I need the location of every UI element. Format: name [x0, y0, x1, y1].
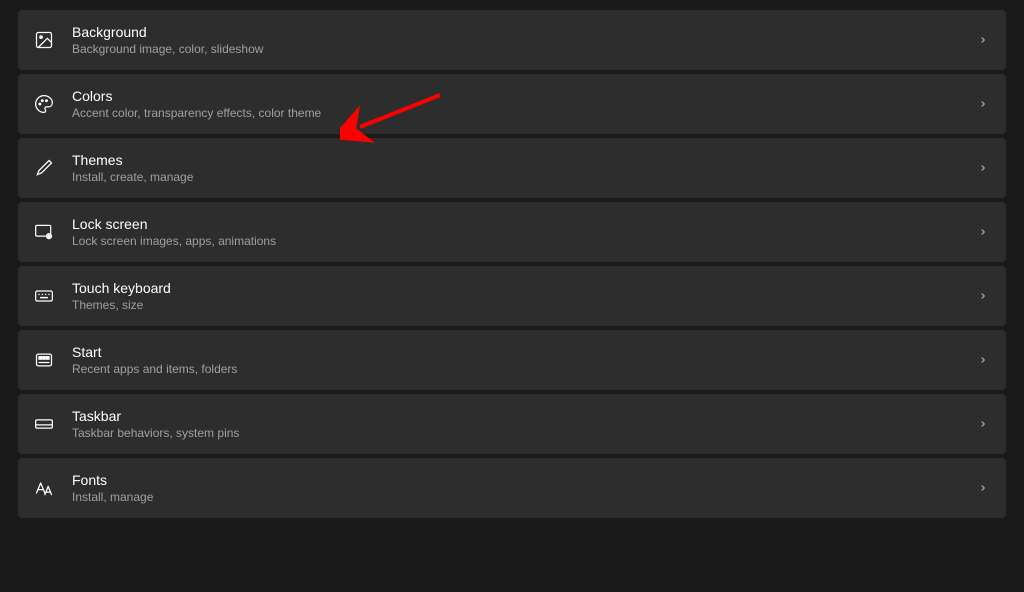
item-title: Touch keyboard — [72, 280, 958, 296]
item-subtitle: Taskbar behaviors, system pins — [72, 426, 958, 440]
item-title: Taskbar — [72, 408, 958, 424]
item-text: Themes Install, create, manage — [72, 152, 958, 184]
item-subtitle: Background image, color, slideshow — [72, 42, 958, 56]
item-title: Background — [72, 24, 958, 40]
chevron-right-icon — [976, 353, 990, 367]
item-title: Start — [72, 344, 958, 360]
lock-screen-icon — [34, 222, 54, 242]
personalization-settings-list: Background Background image, color, slid… — [18, 10, 1006, 518]
settings-item-colors[interactable]: Colors Accent color, transparency effect… — [18, 74, 1006, 134]
item-text: Start Recent apps and items, folders — [72, 344, 958, 376]
item-text: Colors Accent color, transparency effect… — [72, 88, 958, 120]
item-text: Fonts Install, manage — [72, 472, 958, 504]
settings-item-lockscreen[interactable]: Lock screen Lock screen images, apps, an… — [18, 202, 1006, 262]
chevron-right-icon — [976, 161, 990, 175]
chevron-right-icon — [976, 289, 990, 303]
item-title: Themes — [72, 152, 958, 168]
item-text: Background Background image, color, slid… — [72, 24, 958, 56]
image-icon — [34, 30, 54, 50]
item-text: Taskbar Taskbar behaviors, system pins — [72, 408, 958, 440]
taskbar-icon — [34, 414, 54, 434]
fonts-icon — [34, 478, 54, 498]
chevron-right-icon — [976, 417, 990, 431]
item-title: Lock screen — [72, 216, 958, 232]
keyboard-icon — [34, 286, 54, 306]
item-subtitle: Install, create, manage — [72, 170, 958, 184]
item-title: Fonts — [72, 472, 958, 488]
chevron-right-icon — [976, 225, 990, 239]
settings-item-background[interactable]: Background Background image, color, slid… — [18, 10, 1006, 70]
palette-icon — [34, 94, 54, 114]
item-subtitle: Lock screen images, apps, animations — [72, 234, 958, 248]
paintbrush-icon — [34, 158, 54, 178]
chevron-right-icon — [976, 481, 990, 495]
item-subtitle: Accent color, transparency effects, colo… — [72, 106, 958, 120]
item-subtitle: Themes, size — [72, 298, 958, 312]
settings-item-start[interactable]: Start Recent apps and items, folders — [18, 330, 1006, 390]
item-text: Touch keyboard Themes, size — [72, 280, 958, 312]
item-title: Colors — [72, 88, 958, 104]
item-text: Lock screen Lock screen images, apps, an… — [72, 216, 958, 248]
item-subtitle: Install, manage — [72, 490, 958, 504]
settings-item-taskbar[interactable]: Taskbar Taskbar behaviors, system pins — [18, 394, 1006, 454]
settings-item-fonts[interactable]: Fonts Install, manage — [18, 458, 1006, 518]
start-menu-icon — [34, 350, 54, 370]
settings-item-themes[interactable]: Themes Install, create, manage — [18, 138, 1006, 198]
settings-item-touchkeyboard[interactable]: Touch keyboard Themes, size — [18, 266, 1006, 326]
item-subtitle: Recent apps and items, folders — [72, 362, 958, 376]
chevron-right-icon — [976, 97, 990, 111]
chevron-right-icon — [976, 33, 990, 47]
